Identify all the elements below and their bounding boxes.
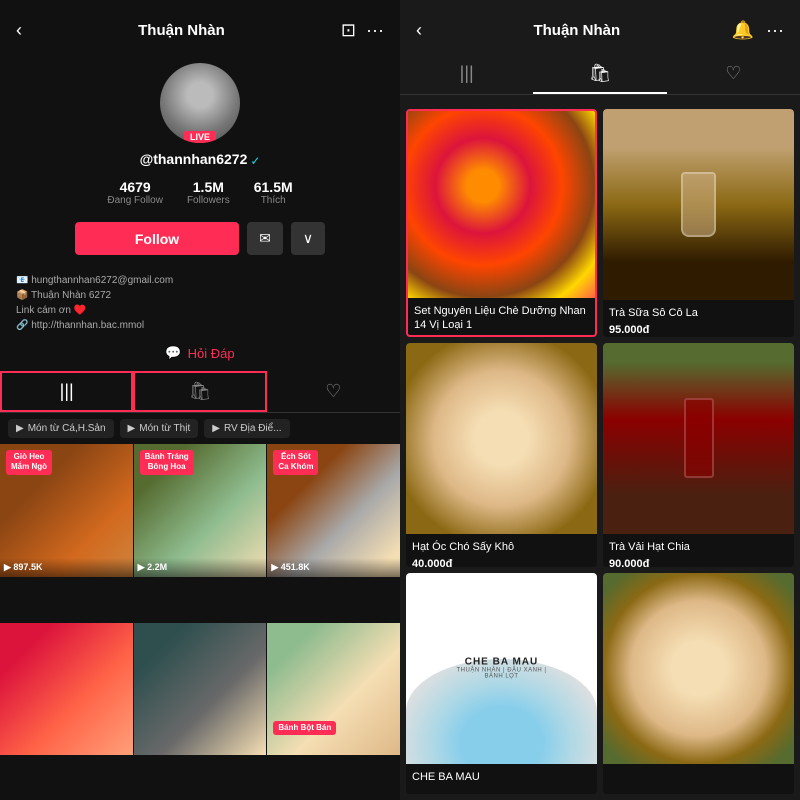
product-info-1: Set Nguyên Liệu Chè Dưỡng Nhan 14 Vị Loạ…: [408, 298, 595, 337]
followers-label: Followers: [187, 195, 230, 206]
video-badge-2: Bánh TrángBông Hoa: [140, 450, 194, 475]
right-liked-icon: ♡: [725, 63, 741, 84]
right-back-button[interactable]: ‹: [416, 20, 422, 41]
filter-rv[interactable]: ▶ RV Địa Điể...: [204, 419, 289, 438]
filter-icon-3: ▶: [212, 423, 220, 434]
product-card-6[interactable]: [603, 573, 794, 794]
video-cell-5[interactable]: [134, 623, 267, 756]
video-cell-4[interactable]: [0, 623, 133, 756]
tab-shop-right[interactable]: 🛍: [533, 55, 666, 94]
product-card-1[interactable]: Set Nguyên Liệu Chè Dưỡng Nhan 14 Vị Loạ…: [406, 109, 597, 337]
left-username-header: Thuận Nhàn: [138, 22, 225, 39]
video-count-1: ▶ 897.5K: [4, 562, 42, 573]
video-badge-6: Bánh Bột Bán: [273, 721, 336, 735]
product-name-5: CHE BA MAU: [412, 770, 591, 784]
product-image-6: [603, 573, 794, 764]
product-image-5: CHE BA MAU THUẬN NHÀN | ĐẬU XANH | BÁNH …: [406, 573, 597, 764]
product-info-6: [603, 764, 794, 780]
follow-button[interactable]: Follow: [75, 222, 239, 255]
video-cell-2[interactable]: Bánh TrángBông Hoa ▶ 2.2M: [134, 444, 267, 577]
left-header: ‹ Thuận Nhàn ⊡ ···: [0, 0, 400, 53]
tab-videos-left[interactable]: |||: [0, 371, 133, 412]
product-info-3: Hạt Óc Chó Sấy Khô 40.000đ: [406, 534, 597, 567]
product-card-2[interactable]: Trà Sữa Sô Cô La 95.000đ: [603, 109, 794, 337]
left-back-button[interactable]: ‹: [16, 20, 22, 41]
product-info-4: Trà Vải Hạt Chia 90.000đ: [603, 534, 794, 567]
product-image-3: [406, 343, 597, 534]
tab-liked-left[interactable]: ♡: [267, 371, 400, 412]
shop-tab-icon: 🛍: [189, 381, 212, 402]
video-count-2: ▶ 2.2M: [138, 562, 167, 573]
bio-text: 📧 hungthannhan6272@gmail.com 📦 Thuận Nhà…: [16, 273, 384, 333]
product-name-4: Trà Vải Hạt Chia: [609, 540, 788, 554]
stat-likes: 61.5M Thích: [254, 179, 293, 206]
more-options-right[interactable]: ···: [766, 20, 784, 41]
profile-section: LIVE @thannhan6272 ✓ 4679 Đang Follow 1.…: [0, 53, 400, 273]
stat-followers: 1.5M Followers: [187, 179, 230, 206]
product-info-2: Trà Sữa Sô Cô La 95.000đ: [603, 300, 794, 337]
right-tabs: ||| 🛍 ♡: [400, 55, 800, 95]
product-card-5[interactable]: CHE BA MAU THUẬN NHÀN | ĐẬU XANH | BÁNH …: [406, 573, 597, 794]
product-name-1: Set Nguyên Liệu Chè Dưỡng Nhan 14 Vị Loạ…: [414, 304, 589, 333]
following-count: 4679: [120, 179, 151, 195]
tab-liked-right[interactable]: ♡: [667, 55, 800, 94]
action-row: Follow ✉ ∨: [16, 222, 384, 255]
videos-tab-icon: |||: [60, 381, 74, 402]
product-image-4: [603, 343, 794, 534]
video-badge-3: Ếch SốtCa Khóm: [273, 450, 318, 475]
filter-row: ▶ Món từ Cá,H.Sản ▶ Món từ Thịt ▶ RV Địa…: [0, 419, 400, 438]
video-grid: Giò HeoMắm Ngò ▶ 897.5K Bánh TrángBông H…: [0, 444, 400, 800]
followers-count: 1.5M: [193, 179, 224, 195]
username: @thannhan6272: [140, 151, 248, 167]
video-cell-3[interactable]: Ếch SốtCa Khóm ▶ 451.8K: [267, 444, 400, 577]
product-image-1: [408, 111, 595, 298]
likes-count: 61.5M: [254, 179, 293, 195]
bio-section: 📧 hungthannhan6272@gmail.com 📦 Thuận Nhà…: [0, 273, 400, 333]
hoi-dap-section[interactable]: 💬 Hỏi Đáp: [0, 339, 400, 367]
bookmark-icon[interactable]: ⊡: [341, 20, 356, 41]
product-price-2: 95.000đ: [609, 324, 788, 336]
filter-icon-2: ▶: [128, 423, 136, 434]
verified-icon: ✓: [250, 154, 260, 168]
product-image-2: [603, 109, 794, 300]
product-info-5: CHE BA MAU: [406, 764, 597, 794]
liked-tab-icon: ♡: [325, 381, 341, 402]
left-tabs: ||| 🛍 ♡: [0, 371, 400, 413]
likes-label: Thích: [261, 195, 286, 206]
tab-videos-right[interactable]: |||: [400, 55, 533, 94]
add-button[interactable]: ∨: [291, 222, 325, 255]
hoi-dap-label: Hỏi Đáp: [188, 346, 235, 361]
video-badge-1: Giò HeoMắm Ngò: [6, 450, 52, 475]
filter-ca-h-san[interactable]: ▶ Món từ Cá,H.Sản: [8, 419, 114, 438]
more-options-left[interactable]: ···: [366, 20, 384, 41]
product-card-3[interactable]: Hạt Óc Chó Sấy Khô 40.000đ: [406, 343, 597, 567]
che-ba-mau-title: CHE BA MAU: [454, 657, 550, 668]
product-price-4: 90.000đ: [609, 558, 788, 567]
video-cell-1[interactable]: Giò HeoMắm Ngò ▶ 897.5K: [0, 444, 133, 577]
right-panel: ‹ Thuận Nhàn 🔔 ··· ||| 🛍 ♡ Set Nguyên Li…: [400, 0, 800, 800]
following-label: Đang Follow: [107, 195, 163, 206]
stat-following: 4679 Đang Follow: [107, 179, 163, 206]
right-header: ‹ Thuận Nhàn 🔔 ···: [400, 0, 800, 55]
product-grid: Set Nguyên Liệu Chè Dưỡng Nhan 14 Vị Loạ…: [400, 103, 800, 800]
right-username-header: Thuận Nhàn: [533, 22, 620, 39]
filter-thit[interactable]: ▶ Món từ Thịt: [120, 419, 199, 438]
video-cell-6[interactable]: Bánh Bột Bán: [267, 623, 400, 756]
video-count-3: ▶ 451.8K: [271, 562, 309, 573]
right-videos-icon: |||: [460, 63, 474, 84]
tab-shop-left[interactable]: 🛍: [133, 371, 266, 412]
stats-row: 4679 Đang Follow 1.5M Followers 61.5M Th…: [107, 179, 292, 206]
message-button[interactable]: ✉: [247, 222, 283, 255]
right-shop-icon: 🛍: [589, 63, 612, 84]
filter-icon-1: ▶: [16, 423, 24, 434]
product-price-3: 40.000đ: [412, 558, 591, 567]
avatar: LIVE: [160, 63, 240, 143]
product-name-2: Trà Sữa Sô Cô La: [609, 306, 788, 320]
left-panel: ‹ Thuận Nhàn ⊡ ··· LIVE @thannhan6272 ✓ …: [0, 0, 400, 800]
product-card-4[interactable]: Trà Vải Hạt Chia 90.000đ: [603, 343, 794, 567]
live-badge: LIVE: [184, 131, 216, 143]
product-name-3: Hạt Óc Chó Sấy Khô: [412, 540, 591, 554]
bell-icon[interactable]: 🔔: [732, 20, 754, 41]
hoi-dap-icon: 💬: [165, 345, 181, 361]
